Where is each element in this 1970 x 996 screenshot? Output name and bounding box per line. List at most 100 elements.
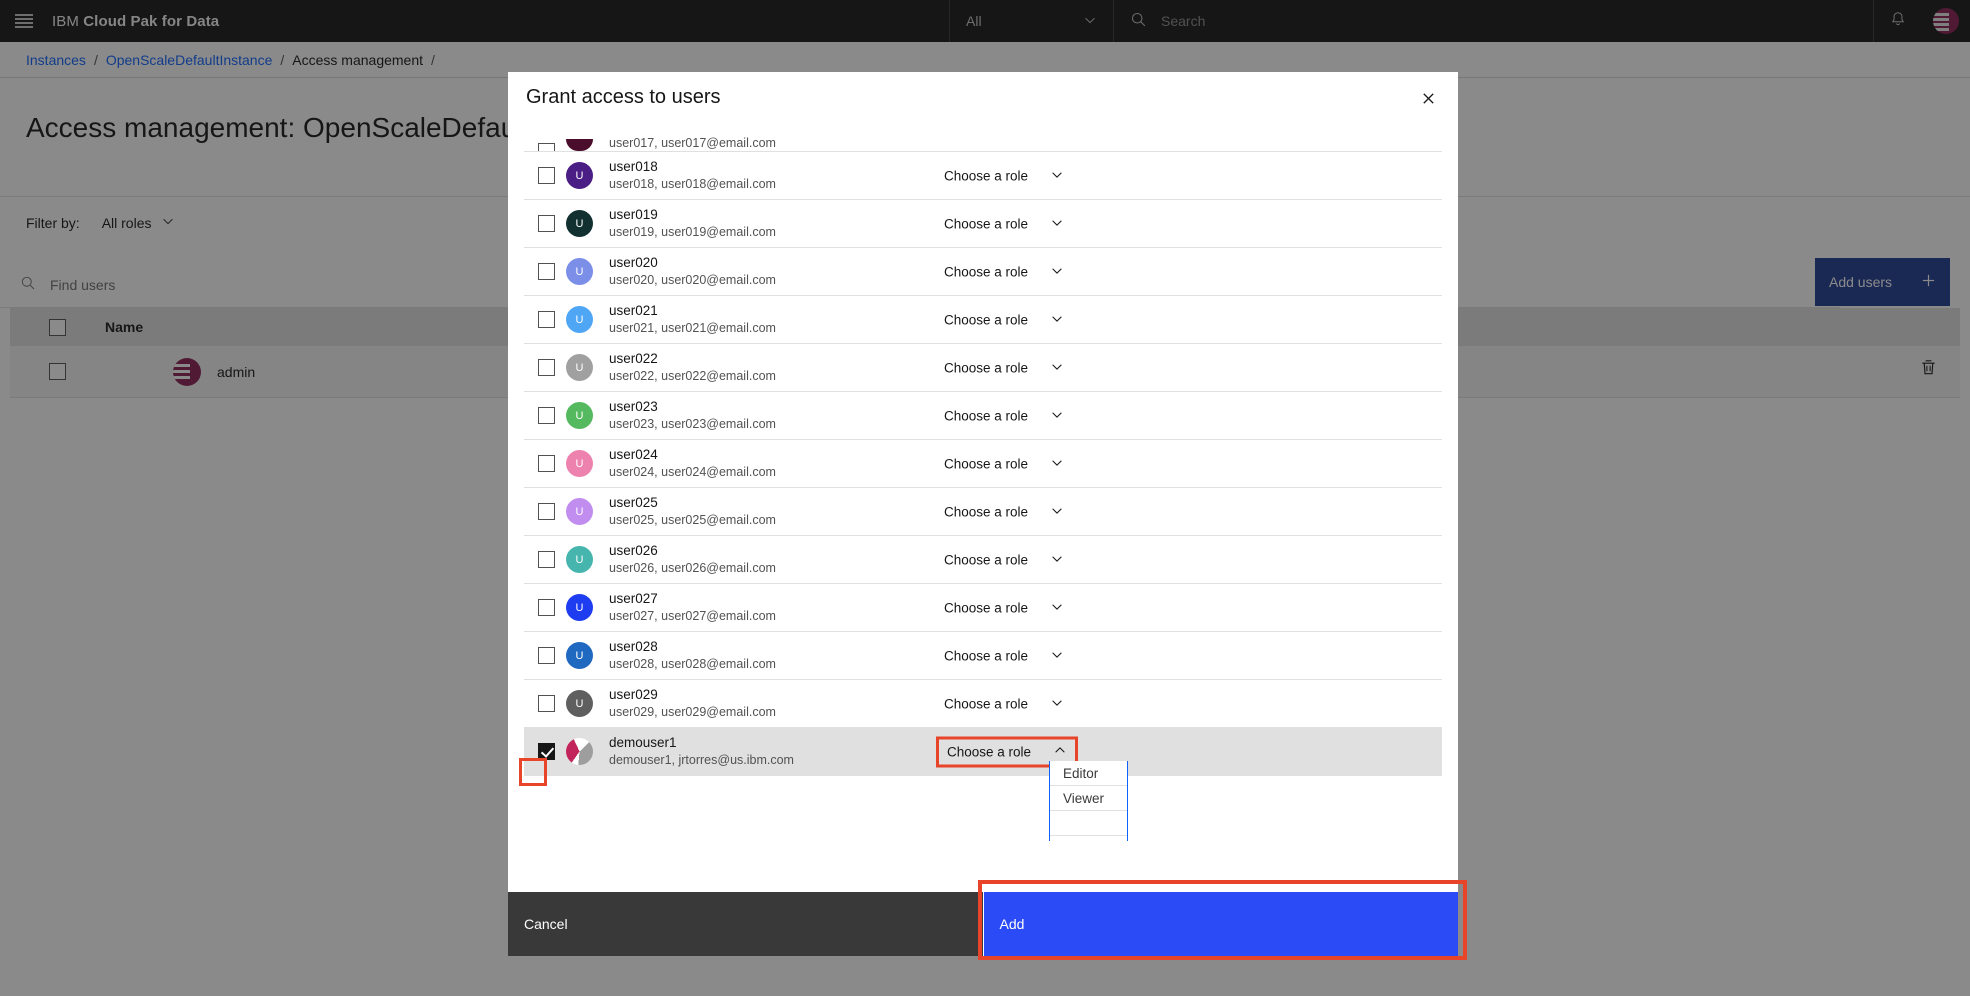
- list-item[interactable]: Uuser023 user023, user023@email.com Choose…: [524, 392, 1442, 440]
- close-icon: [1421, 91, 1436, 109]
- row-user-info: user029 user029, user029@email.com: [609, 687, 776, 720]
- row-checkbox[interactable]: [538, 167, 555, 184]
- row-checkbox-cell: [524, 215, 566, 232]
- modal-header: Grant access to users: [508, 72, 1458, 130]
- list-item[interactable]: Uuser029 user029, user029@email.com Choose…: [524, 680, 1442, 728]
- list-item[interactable]: Uuser020 user020, user020@email.com Choose…: [524, 248, 1442, 296]
- role-select-value: Choose a role: [944, 168, 1029, 183]
- row-checkbox[interactable]: [538, 407, 555, 424]
- row-checkbox-cell: [524, 455, 566, 472]
- chevron-down-icon: [1050, 407, 1064, 424]
- chevron-down-icon: [1050, 359, 1064, 376]
- role-select[interactable]: Choose a role: [944, 311, 1064, 328]
- role-select-value: Choose a role: [944, 696, 1029, 711]
- row-user-email: user019, user019@email.com: [609, 225, 776, 239]
- role-select[interactable]: Choose a role: [944, 503, 1064, 520]
- row-user-name: user027: [609, 591, 658, 606]
- row-user-name: user025: [609, 495, 658, 510]
- row-user-info: user020 user020, user020@email.com: [609, 255, 776, 288]
- row-checkbox[interactable]: [538, 359, 555, 376]
- row-checkbox[interactable]: [538, 551, 555, 568]
- row-checkbox[interactable]: [538, 215, 555, 232]
- role-option-editor[interactable]: Editor: [1050, 761, 1127, 786]
- avatar: U: [566, 498, 593, 525]
- row-user-email: user017, user017@email.com: [609, 136, 776, 150]
- row-user-info: user026 user026, user026@email.com: [609, 543, 776, 576]
- list-item[interactable]: user017, user017@email.com: [524, 130, 1442, 152]
- role-select[interactable]: Choose a role: [944, 647, 1064, 664]
- row-checkbox[interactable]: [538, 455, 555, 472]
- row-user-name: user018: [609, 159, 658, 174]
- list-item[interactable]: Uuser022 user022, user022@email.com Choose…: [524, 344, 1442, 392]
- avatar: U: [566, 162, 593, 189]
- chevron-down-icon: [1050, 599, 1064, 616]
- avatar: U: [566, 306, 593, 333]
- row-checkbox-cell: [524, 647, 566, 664]
- row-checkbox[interactable]: [538, 647, 555, 664]
- row-user-info: user021 user021, user021@email.com: [609, 303, 776, 336]
- row-checkbox[interactable]: [538, 743, 555, 760]
- list-item[interactable]: demouser1 demouser1, jrtorres@us.ibm.com C…: [524, 728, 1442, 776]
- list-item[interactable]: Uuser025 user025, user025@email.com Choose…: [524, 488, 1442, 536]
- role-option-partial[interactable]: [1050, 811, 1127, 836]
- row-user-name: user029: [609, 687, 658, 702]
- role-select-value: Choose a role: [944, 216, 1029, 231]
- role-select[interactable]: Choose a role: [944, 551, 1064, 568]
- row-checkbox-cell: [524, 407, 566, 424]
- user-list[interactable]: user017, user017@email.com Uuser018 user0…: [508, 130, 1458, 892]
- role-select[interactable]: Choose a role: [944, 167, 1064, 184]
- role-select-value: Choose a role: [944, 312, 1029, 327]
- row-user-info: user024 user024, user024@email.com: [609, 447, 776, 480]
- role-select[interactable]: Choose a role: [944, 455, 1064, 472]
- role-select-value: Choose a role: [944, 408, 1029, 423]
- close-button[interactable]: [1408, 80, 1448, 120]
- row-checkbox[interactable]: [538, 263, 555, 280]
- list-item[interactable]: Uuser018 user018, user018@email.com Choose…: [524, 152, 1442, 200]
- role-select[interactable]: Choose a role: [944, 695, 1064, 712]
- list-item[interactable]: Uuser024 user024, user024@email.com Choose…: [524, 440, 1442, 488]
- row-user-info: user027 user027, user027@email.com: [609, 591, 776, 624]
- list-item[interactable]: Uuser028 user028, user028@email.com Choose…: [524, 632, 1442, 680]
- row-user-info: user018 user018, user018@email.com: [609, 159, 776, 192]
- avatar: U: [566, 642, 593, 669]
- cancel-button[interactable]: Cancel: [508, 892, 983, 956]
- avatar: U: [566, 258, 593, 285]
- list-item[interactable]: Uuser026 user026, user026@email.com Choose…: [524, 536, 1442, 584]
- row-user-name: user023: [609, 399, 658, 414]
- avatar: U: [566, 546, 593, 573]
- role-select[interactable]: Choose a role: [944, 215, 1064, 232]
- role-select[interactable]: Choose a role: [944, 407, 1064, 424]
- avatar: [566, 139, 593, 151]
- chevron-down-icon: [1050, 455, 1064, 472]
- row-user-name: user026: [609, 543, 658, 558]
- row-checkbox[interactable]: [538, 143, 555, 151]
- row-checkbox[interactable]: [538, 311, 555, 328]
- avatar: U: [566, 594, 593, 621]
- row-user-name: user022: [609, 351, 658, 366]
- role-select-value: Choose a role: [944, 360, 1029, 375]
- chevron-down-icon: [1050, 311, 1064, 328]
- role-select[interactable]: Choose a role: [944, 263, 1064, 280]
- list-item[interactable]: Uuser027 user027, user027@email.com Choose…: [524, 584, 1442, 632]
- role-select[interactable]: Choose a role: [944, 359, 1064, 376]
- role-select[interactable]: Choose a role: [944, 599, 1064, 616]
- chevron-down-icon: [1050, 215, 1064, 232]
- add-button[interactable]: Add: [982, 892, 1458, 956]
- list-item[interactable]: Uuser019 user019, user019@email.com Choose…: [524, 200, 1442, 248]
- row-checkbox-cell: [524, 551, 566, 568]
- avatar: U: [566, 450, 593, 477]
- row-user-info: user023 user023, user023@email.com: [609, 399, 776, 432]
- row-user-email: user029, user029@email.com: [609, 705, 776, 719]
- row-checkbox[interactable]: [538, 695, 555, 712]
- row-checkbox-cell: [524, 695, 566, 712]
- role-select-value: Choose a role: [944, 552, 1029, 567]
- list-item[interactable]: Uuser021 user021, user021@email.com Choose…: [524, 296, 1442, 344]
- row-user-email: user020, user020@email.com: [609, 273, 776, 287]
- row-checkbox-cell: [524, 359, 566, 376]
- role-dropdown-menu[interactable]: Editor Viewer: [1049, 761, 1128, 841]
- row-checkbox[interactable]: [538, 503, 555, 520]
- role-select-value: Choose a role: [944, 600, 1029, 615]
- row-user-name: user028: [609, 639, 658, 654]
- role-option-viewer[interactable]: Viewer: [1050, 786, 1127, 811]
- row-checkbox[interactable]: [538, 599, 555, 616]
